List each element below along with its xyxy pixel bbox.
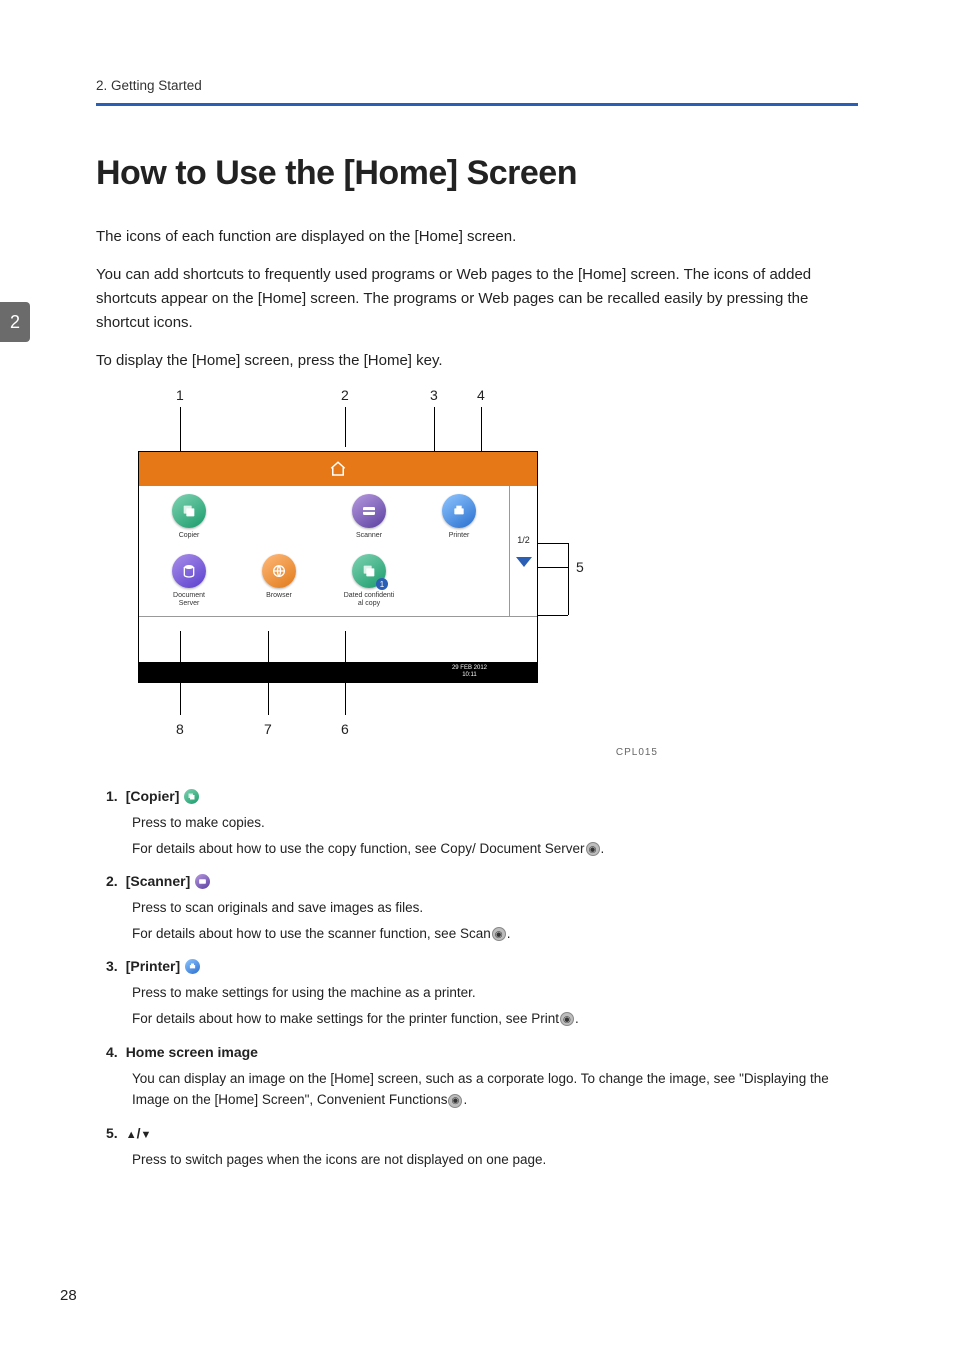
callout-2: 2 xyxy=(341,387,349,403)
cd-reference-icon: ◉ xyxy=(586,842,600,856)
cd-reference-icon: ◉ xyxy=(448,1094,462,1108)
callout-4: 4 xyxy=(477,387,485,403)
item-2-desc2: For details about how to use the scanner… xyxy=(132,923,858,945)
document-server-icon xyxy=(172,554,206,588)
icon-dated: 1 Dated confidential copy xyxy=(329,554,409,608)
figure-code: CPL015 xyxy=(138,747,658,758)
item-2-desc1: Press to scan originals and save images … xyxy=(132,897,858,919)
device-top-bar xyxy=(139,452,537,486)
printer-icon xyxy=(442,494,476,528)
icon-copier-label: Copier xyxy=(149,532,229,548)
icon-scanner-label: Scanner xyxy=(329,532,409,548)
item-3-desc1: Press to make settings for using the mac… xyxy=(132,982,858,1004)
header-rule xyxy=(96,103,858,106)
list-item-2: 2. [Scanner] Press to scan originals and… xyxy=(106,873,858,944)
cd-reference-icon: ◉ xyxy=(492,927,506,941)
item-3-title: [Printer] xyxy=(126,958,180,974)
icon-browser: Browser xyxy=(239,554,319,608)
callout-3: 3 xyxy=(430,387,438,403)
item-5-num: 5. xyxy=(106,1125,118,1141)
pager-text: 1/2 xyxy=(517,535,530,545)
scanner-icon xyxy=(195,874,210,889)
item-5-desc1: Press to switch pages when the icons are… xyxy=(132,1149,858,1171)
copier-icon xyxy=(184,789,199,804)
intro-p2: You can add shortcuts to frequently used… xyxy=(96,263,858,335)
chapter-tab: 2 xyxy=(0,302,30,342)
item-2-num: 2. xyxy=(106,873,118,889)
icon-copier: Copier xyxy=(149,494,229,548)
item-2-title: [Scanner] xyxy=(126,873,191,889)
home-screen-figure: 1 2 3 4 xyxy=(138,387,658,758)
callouts-top: 1 2 3 4 xyxy=(138,387,658,407)
callout-1: 1 xyxy=(176,387,184,403)
page-number: 28 xyxy=(60,1287,77,1304)
intro-p3: To display the [Home] screen, press the … xyxy=(96,349,858,373)
icon-dated-label: Dated confidential copy xyxy=(329,592,409,608)
page-title: How to Use the [Home] Screen xyxy=(96,154,858,193)
arrow-down-icon xyxy=(516,557,532,567)
icon-scanner: Scanner xyxy=(329,494,409,548)
callout-7: 7 xyxy=(264,721,272,737)
callout-6: 6 xyxy=(341,721,349,737)
item-1-desc2: For details about how to use the copy fu… xyxy=(132,838,858,860)
icon-printer-label: Printer xyxy=(419,532,499,548)
scanner-icon xyxy=(352,494,386,528)
item-4-desc1: You can display an image on the [Home] s… xyxy=(132,1068,858,1111)
device-grid: Copier Scanner xyxy=(139,486,537,616)
item-4-num: 4. xyxy=(106,1044,118,1060)
item-3-num: 3. xyxy=(106,958,118,974)
icon-docserver-label: DocumentServer xyxy=(149,592,229,608)
definition-list: 1. [Copier] Press to make copies. For de… xyxy=(106,788,858,1170)
browser-icon xyxy=(262,554,296,588)
callout-5: 5 xyxy=(576,559,584,575)
callouts-bottom: 8 7 6 xyxy=(138,721,658,741)
item-3-desc2: For details about how to make settings f… xyxy=(132,1008,858,1030)
item-5-title: ▲/▼ xyxy=(126,1125,152,1141)
icon-browser-label: Browser xyxy=(239,592,319,608)
list-item-3: 3. [Printer] Press to make settings for … xyxy=(106,958,858,1029)
item-4-title: Home screen image xyxy=(126,1044,258,1060)
copier-icon xyxy=(172,494,206,528)
list-item-1: 1. [Copier] Press to make copies. For de… xyxy=(106,788,858,859)
icon-docserver: DocumentServer xyxy=(149,554,229,608)
intro-p1: The icons of each function are displayed… xyxy=(96,225,858,249)
item-1-desc1: Press to make copies. xyxy=(132,812,858,834)
device-panel: Copier Scanner xyxy=(138,451,538,683)
running-head: 2. Getting Started xyxy=(96,78,858,93)
icon-printer: Printer xyxy=(419,494,499,548)
callout-8: 8 xyxy=(176,721,184,737)
list-item-4: 4. Home screen image You can display an … xyxy=(106,1044,858,1111)
item-1-num: 1. xyxy=(106,788,118,804)
list-item-5: 5. ▲/▼ Press to switch pages when the ic… xyxy=(106,1125,858,1171)
item-1-title: [Copier] xyxy=(126,788,180,804)
home-icon xyxy=(327,458,349,480)
device-pager: 1/2 xyxy=(509,486,537,616)
device-status-bar: 29 FEB 201210:11 xyxy=(139,662,537,682)
printer-icon xyxy=(185,959,200,974)
dated-confidential-icon: 1 xyxy=(352,554,386,588)
cd-reference-icon: ◉ xyxy=(560,1012,574,1026)
